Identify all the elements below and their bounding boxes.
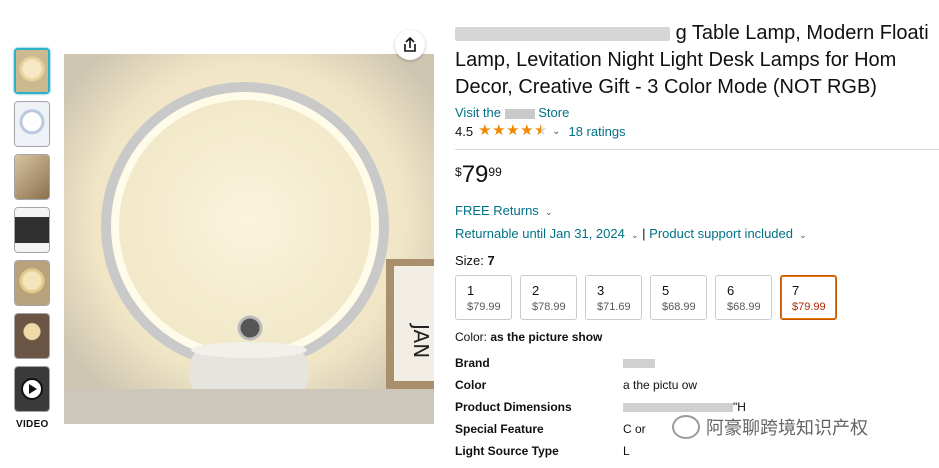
watermark-text: 阿豪聊跨境知识产权 — [706, 418, 868, 438]
video-label: VIDEO — [16, 419, 49, 430]
chevron-down-icon: ⌄ — [542, 207, 553, 217]
size-option-price: $68.99 — [727, 301, 761, 313]
size-option-price: $79.99 — [467, 301, 501, 313]
share-icon — [404, 36, 416, 52]
size-option-name: 2 — [532, 283, 540, 298]
rating-row: 4.5 ★ ★ ★ ★ ★ ⌄ 18 ratings — [455, 123, 939, 139]
store-prefix: Visit the — [455, 105, 505, 120]
main-product-image[interactable]: JAN — [64, 54, 434, 424]
thumbnail-6[interactable] — [14, 313, 50, 359]
price-fraction: 99 — [488, 165, 502, 179]
size-option-2[interactable]: 2 $78.99 — [520, 275, 577, 320]
spec-row: Light Source Type L — [455, 444, 939, 466]
product-details: g Table Lamp, Modern Floati Lamp, Levita… — [455, 20, 939, 466]
watermark: 阿豪聊跨境知识产权 — [672, 414, 868, 440]
chevron-down-icon[interactable]: ⌄ — [552, 126, 560, 137]
masked-store-name — [504, 108, 535, 119]
store-link[interactable]: Visit the Store — [455, 105, 939, 120]
thumbnail-video[interactable] — [14, 366, 50, 412]
color-label-text: Color: — [455, 330, 491, 344]
size-option-7-selected[interactable]: 7 $79.99 — [780, 275, 837, 320]
spec-key: Brand — [455, 356, 490, 370]
store-suffix: Store — [534, 105, 570, 120]
title-line-3: Decor, Creative Gift - 3 Color Mode (NOT… — [455, 76, 877, 98]
size-swatches: 1 $79.99 2 $78.99 3 $71.69 5 $68.99 6 $6… — [455, 275, 939, 320]
thumbnail-list — [14, 48, 52, 419]
size-label: Size: 7 — [455, 253, 939, 268]
star-icon: ★ — [492, 122, 506, 139]
thumbnail-3[interactable] — [14, 154, 50, 200]
size-option-price: $68.99 — [662, 301, 696, 313]
blurred-text — [455, 26, 670, 41]
size-option-5[interactable]: 5 $68.99 — [650, 275, 707, 320]
svg-text:JAN: JAN — [409, 322, 433, 358]
spec-value: L — [623, 444, 630, 458]
spec-row: Brand — [455, 356, 939, 378]
title-line-1: g Table Lamp, Modern Floati — [675, 22, 929, 44]
star-icon: ★ — [478, 122, 492, 139]
free-returns-link[interactable]: FREE Returns ⌄ — [455, 203, 939, 219]
size-option-1[interactable]: 1 $79.99 — [455, 275, 512, 320]
size-option-price: $71.69 — [597, 301, 631, 313]
divider — [455, 149, 939, 150]
masked-value — [623, 403, 733, 413]
thumbnail-5[interactable] — [14, 260, 50, 306]
price: $ 79 99 — [455, 162, 939, 190]
spec-key: Color — [455, 378, 487, 392]
size-option-name: 5 — [662, 283, 670, 298]
spec-row: Color a the pictu ow — [455, 378, 939, 400]
thumbnail-4[interactable] — [14, 207, 50, 253]
spec-key: Light Source Type — [455, 444, 559, 458]
thumbnail-2[interactable] — [14, 101, 50, 147]
rating-value: 4.5 — [455, 123, 474, 139]
free-returns-text: FREE Returns — [455, 203, 539, 218]
color-label: Color: as the picture show — [455, 330, 939, 344]
star-icon: ★ — [520, 122, 534, 139]
spec-key: Special Feature — [455, 422, 544, 436]
star-icon: ★ — [506, 122, 520, 139]
returns-support-row: Returnable until Jan 31, 2024 ⌄ | Produc… — [455, 226, 939, 242]
price-symbol: $ — [455, 165, 462, 179]
separator: | — [642, 226, 646, 241]
size-option-name: 6 — [727, 283, 735, 298]
spec-value: C or — [623, 422, 646, 436]
size-option-3[interactable]: 3 $71.69 — [585, 275, 642, 320]
share-button[interactable] — [395, 30, 425, 60]
masked-value — [623, 359, 655, 369]
size-option-price: $78.99 — [532, 301, 566, 313]
chevron-down-icon[interactable]: ⌄ — [628, 230, 639, 240]
ratings-count-link[interactable]: 18 ratings — [568, 124, 625, 139]
price-whole: 79 — [461, 161, 489, 188]
title-line-2: Lamp, Levitation Night Light Desk Lamps … — [455, 49, 897, 71]
size-option-price: $79.99 — [792, 301, 826, 313]
spec-value-text: "H — [733, 400, 746, 414]
size-option-name: 1 — [467, 283, 475, 298]
spec-value: a the pictu ow — [623, 378, 698, 392]
spec-table: Brand Color a the pictu ow Product Dimen… — [455, 356, 939, 466]
chevron-down-icon[interactable]: ⌄ — [797, 230, 807, 240]
product-support-link[interactable]: Product support included — [649, 226, 793, 241]
wechat-icon — [672, 415, 700, 439]
spec-key: Product Dimensions — [455, 400, 572, 414]
play-icon — [21, 378, 43, 400]
size-option-6[interactable]: 6 $68.99 — [715, 275, 772, 320]
size-label-text: Size: — [455, 253, 488, 268]
size-selected: 7 — [487, 253, 495, 268]
size-option-name: 7 — [792, 283, 800, 298]
lamp-illustration: JAN — [64, 54, 434, 424]
thumbnail-1[interactable] — [14, 48, 50, 94]
color-value: as the picture show — [490, 330, 603, 344]
returnable-link[interactable]: Returnable until Jan 31, 2024 — [455, 226, 625, 241]
star-half-icon: ★ — [534, 122, 548, 139]
star-rating[interactable]: ★ ★ ★ ★ ★ — [478, 122, 548, 139]
size-option-name: 3 — [597, 283, 605, 298]
product-title: g Table Lamp, Modern Floati Lamp, Levita… — [455, 20, 939, 101]
spec-value — [623, 356, 655, 378]
